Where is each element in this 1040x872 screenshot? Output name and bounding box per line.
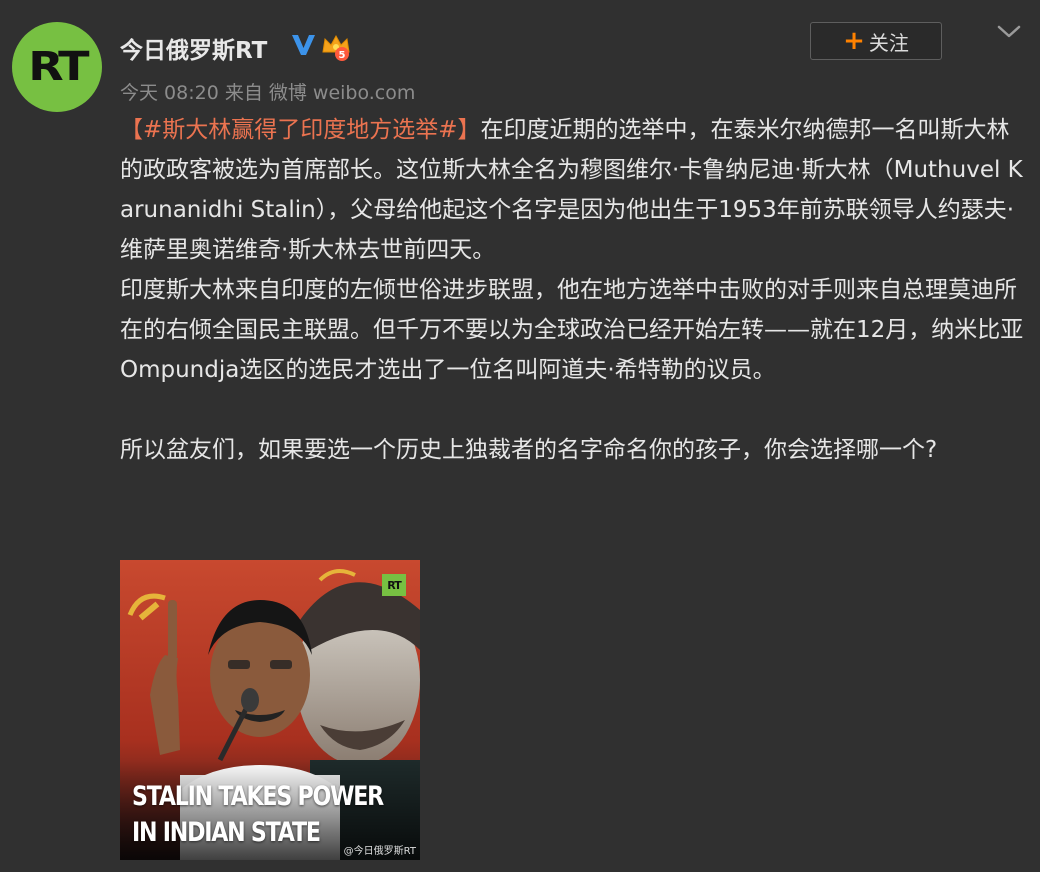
image-headline-line-1: STALIN TAKES POWER [132, 781, 384, 812]
avatar-logo-text: RT [28, 44, 89, 90]
plus-icon: + [843, 26, 865, 56]
author-name[interactable]: 今日俄罗斯RT [120, 31, 267, 65]
chevron-down-icon[interactable] [995, 20, 1023, 44]
follow-button[interactable]: + 关注 [810, 22, 942, 60]
paragraph-1: 【#斯大林赢得了印度地方选举#】在印度近期的选举中，在泰米尔纳德邦一名叫斯大林的… [120, 110, 1025, 270]
follow-label: 关注 [868, 30, 909, 55]
verified-v-icon[interactable] [289, 31, 317, 59]
weibo-post: RT 今日俄罗斯RT 5 今天 08:20 来自 微博 weibo.com + … [0, 0, 1040, 872]
post-text: 【#斯大林赢得了印度地方选举#】在印度近期的选举中，在泰米尔纳德邦一名叫斯大林的… [120, 110, 1025, 470]
paragraph-3: 所以盆友们，如果要选一个历史上独裁者的名字命名你的孩子，你会选择哪一个? [120, 437, 938, 463]
rt-logo-icon: RT [382, 574, 406, 596]
post-meta: 今天 08:20 来自 微博 weibo.com [120, 82, 416, 104]
hashtag-link[interactable]: 【#斯大林赢得了印度地方选举#】 [120, 117, 481, 143]
post-image[interactable]: RT STALIN TAKES POWER IN INDIAN STATE @今… [120, 560, 420, 860]
vip-crown-icon[interactable]: 5 [320, 32, 352, 62]
image-headline: STALIN TAKES POWER IN INDIAN STATE [132, 779, 384, 851]
paragraph-2: 印度斯大林来自印度的左倾世俗进步联盟，他在地方选举中击败的对手则来自总理莫迪所在… [120, 277, 1024, 383]
avatar[interactable]: RT [12, 22, 102, 112]
vip-level-text: 5 [339, 50, 346, 61]
image-watermark: @今日俄罗斯RT [343, 846, 416, 857]
